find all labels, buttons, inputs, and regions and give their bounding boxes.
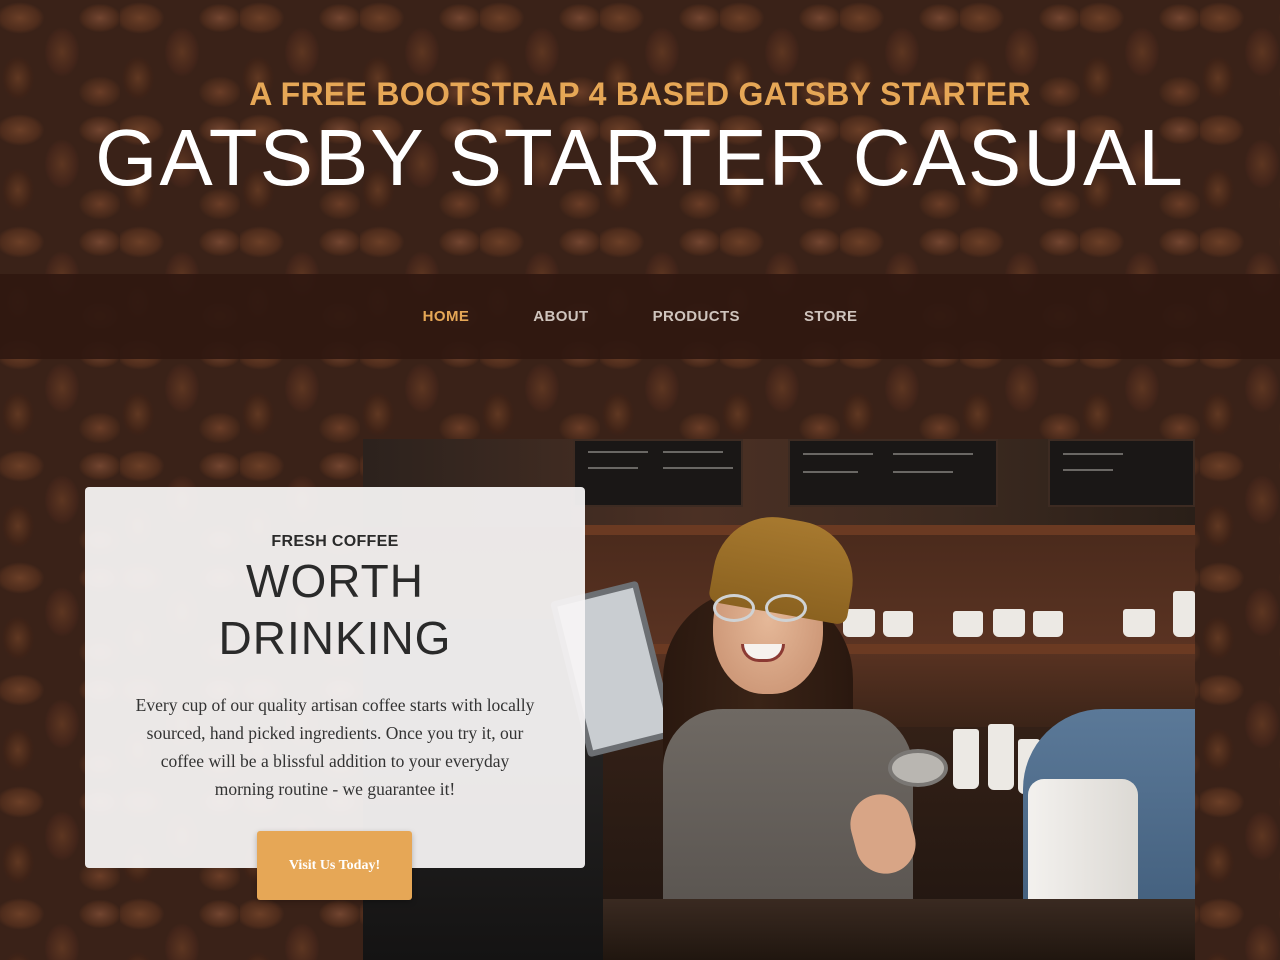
menu-board — [1048, 439, 1195, 507]
glasses — [713, 594, 813, 624]
nav-item-home[interactable]: HOME — [423, 308, 470, 325]
site-header: A FREE BOOTSTRAP 4 BASED GATSBY STARTER … — [0, 0, 1280, 274]
site-title: GATSBY STARTER CASUAL — [95, 113, 1185, 202]
menu-board — [788, 439, 998, 507]
feature-heading: WORTH DRINKING — [85, 553, 585, 667]
nav-item-store[interactable]: STORE — [804, 308, 857, 325]
feature-card: FRESH COFFEE WORTH DRINKING Every cup of… — [85, 487, 585, 868]
feature-heading-line1: WORTH — [246, 555, 424, 607]
visit-us-button[interactable]: Visit Us Today! — [257, 831, 412, 900]
feature-heading-line2: DRINKING — [218, 612, 452, 664]
nav-item-about[interactable]: ABOUT — [533, 308, 588, 325]
menu-board — [573, 439, 743, 507]
feature-eyebrow: FRESH COFFEE — [271, 533, 399, 550]
nav-item-products[interactable]: PRODUCTS — [653, 308, 740, 325]
main-nav: HOME ABOUT PRODUCTS STORE — [0, 274, 1280, 359]
counter — [603, 899, 1195, 960]
site-subtitle: A FREE BOOTSTRAP 4 BASED GATSBY STARTER — [249, 76, 1031, 112]
feature-body: Every cup of our quality artisan coffee … — [135, 695, 535, 799]
shelf — [583, 525, 1195, 535]
portafilter — [888, 749, 948, 787]
